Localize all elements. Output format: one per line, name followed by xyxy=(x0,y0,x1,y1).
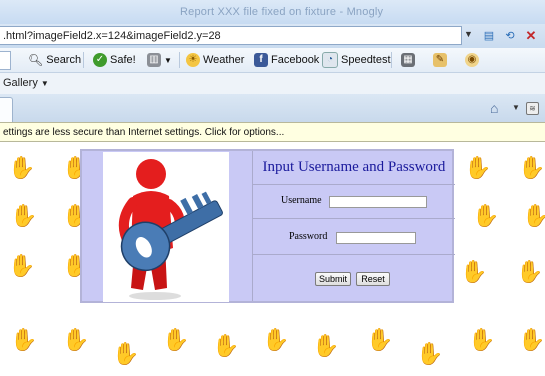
window-title-bar: Report XXX file fixed on fixture - Mnogl… xyxy=(0,0,545,24)
password-row: Password xyxy=(253,219,455,255)
hand-print-icon: ✋ xyxy=(8,155,36,180)
browser-tab[interactable] xyxy=(0,97,13,123)
hand-print-icon: ✋ xyxy=(366,327,394,352)
search-button[interactable]: 🔍︎ Search xyxy=(28,52,81,68)
weather-button-label: Weather xyxy=(203,54,245,66)
chevron-down-icon: ▼ xyxy=(40,79,49,88)
hand-print-icon: ✋ xyxy=(10,203,38,228)
home-icon[interactable]: ⌂ xyxy=(490,100,498,116)
hand-print-icon: ✋ xyxy=(416,341,444,366)
hand-print-icon: ✋ xyxy=(312,333,340,358)
hand-print-icon: ✋ xyxy=(464,155,492,180)
stop-icon[interactable]: ✕ xyxy=(522,28,540,44)
search-button-label: Search xyxy=(46,54,82,66)
login-form: Input Username and Password Username Pas… xyxy=(252,151,455,301)
password-field[interactable] xyxy=(336,232,416,244)
toolbar-separator xyxy=(83,52,84,68)
speedtest-button[interactable]: ◔ Speedtest xyxy=(322,52,391,68)
search-toolbar: 🔍︎ Search ✓ Safe! ▥ ▼ ☀ Weather f Facebo… xyxy=(0,48,545,73)
hand-print-icon: ✋ xyxy=(10,327,38,352)
username-row: Username xyxy=(253,185,455,219)
speedometer-icon: ◔ xyxy=(322,52,338,68)
key-figure-image xyxy=(103,152,229,302)
safe-button-label: Safe! xyxy=(110,54,136,66)
web-slice-gallery-button[interactable]: Gallery ▼ xyxy=(3,77,49,89)
password-label: Password xyxy=(289,231,328,242)
hand-print-icon: ✋ xyxy=(472,203,500,228)
chevron-down-icon[interactable]: ▼ xyxy=(512,103,520,112)
refresh-icon[interactable]: ⟲ xyxy=(501,28,519,44)
username-field[interactable] xyxy=(329,196,427,208)
search-icon: 🔍︎ xyxy=(28,53,44,67)
username-label: Username xyxy=(281,195,322,206)
hand-print-icon: ✋ xyxy=(262,327,290,352)
notepad-icon[interactable]: ✎ xyxy=(433,53,447,67)
hand-print-icon: ✋ xyxy=(518,155,545,180)
buttons-row: Submit Reset xyxy=(253,255,455,301)
hand-print-icon: ✋ xyxy=(212,333,240,358)
hand-print-icon: ✋ xyxy=(460,259,488,284)
tab-row: ⌂ ▼ ≋ xyxy=(0,94,545,123)
toolbar-search-input[interactable] xyxy=(0,51,11,70)
chevron-down-icon: ▼ xyxy=(164,55,172,65)
favorites-bar: Gallery ▼ xyxy=(0,73,545,94)
hand-print-icon: ✋ xyxy=(8,253,36,278)
magnifier-icon[interactable]: ◉ xyxy=(465,53,479,67)
trash-icon: ▥ xyxy=(147,53,161,67)
page-content: ✋ ✋ ✋ ✋ ✋ ✋ ✋ ✋ ✋ ✋ ✋ ✋ ✋ ✋ ✋ ✋ ✋ ✋ ✋ ✋ … xyxy=(0,143,545,376)
hand-print-icon: ✋ xyxy=(112,341,140,366)
address-input[interactable]: .html?imageField2.x=124&imageField2.y=28 xyxy=(0,26,462,45)
safe-button[interactable]: ✓ Safe! xyxy=(93,52,136,68)
information-bar[interactable]: ettings are less secure than Internet se… xyxy=(0,122,545,142)
calculator-icon[interactable]: ▦ xyxy=(401,53,415,67)
toolbar-separator xyxy=(179,52,180,68)
shield-check-icon: ✓ xyxy=(93,53,107,67)
gallery-label: Gallery xyxy=(3,77,38,89)
address-bar: .html?imageField2.x=124&imageField2.y=28… xyxy=(0,24,545,48)
form-heading: Input Username and Password xyxy=(262,159,446,175)
facebook-button-label: Facebook xyxy=(271,54,320,66)
compatibility-view-icon[interactable]: ▤ xyxy=(480,28,498,44)
reset-button[interactable]: Reset xyxy=(356,272,390,286)
hand-print-icon: ✋ xyxy=(468,327,496,352)
window-title: Report XXX file fixed on fixture - Mnogl… xyxy=(180,6,384,18)
trash-menu-button[interactable]: ▥ ▼ xyxy=(147,52,172,68)
login-panel: Input Username and Password Username Pas… xyxy=(80,149,455,303)
hand-print-icon: ✋ xyxy=(518,327,545,352)
facebook-button[interactable]: f Facebook xyxy=(254,52,319,68)
speedtest-button-label: Speedtest xyxy=(341,54,391,66)
red-figure-holding-key-illustration xyxy=(118,159,223,300)
weather-button[interactable]: ☀ Weather xyxy=(186,52,244,68)
address-dropdown-icon[interactable]: ▼ xyxy=(464,29,473,39)
feeds-icon[interactable]: ≋ xyxy=(526,102,539,115)
submit-button[interactable]: Submit xyxy=(315,272,351,286)
hand-print-icon: ✋ xyxy=(522,203,545,228)
hand-print-icon: ✋ xyxy=(162,327,190,352)
facebook-icon: f xyxy=(254,53,268,67)
hand-print-icon: ✋ xyxy=(62,327,90,352)
toolbar-separator xyxy=(391,52,392,68)
hand-print-icon: ✋ xyxy=(516,259,544,284)
form-heading-row: Input Username and Password xyxy=(253,151,455,185)
weather-icon: ☀ xyxy=(186,53,200,67)
